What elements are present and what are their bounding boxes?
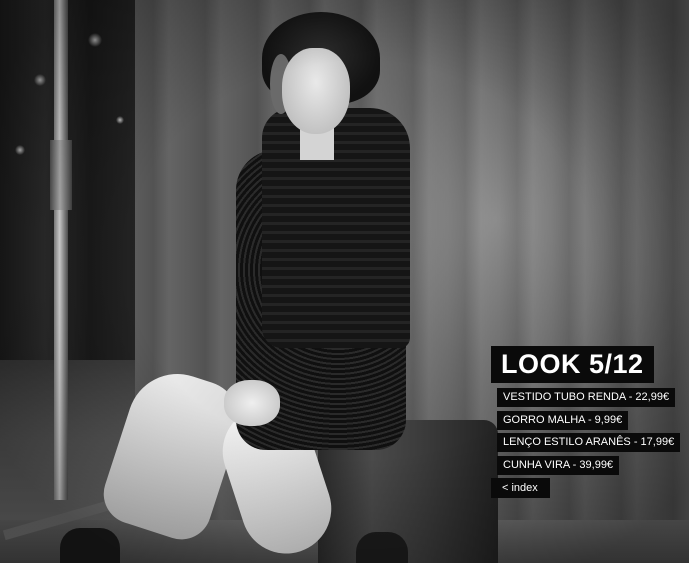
look-title: LOOK 5/12 xyxy=(491,346,654,383)
look-item: CUNHA VIRA - 39,99€ xyxy=(497,455,620,475)
look-item: VESTIDO TUBO RENDA - 22,99€ xyxy=(497,388,676,407)
look-item: LENÇO ESTILO ARANÊS - 17,99€ xyxy=(497,433,681,452)
look-item: GORRO MALHA - 9,99€ xyxy=(497,410,629,430)
lookbook-photo xyxy=(0,0,689,563)
look-items-list: VESTIDO TUBO RENDA - 22,99€ GORRO MALHA … xyxy=(497,388,681,478)
photo-vignette xyxy=(0,0,689,563)
back-to-index-link[interactable]: < index xyxy=(491,478,550,498)
